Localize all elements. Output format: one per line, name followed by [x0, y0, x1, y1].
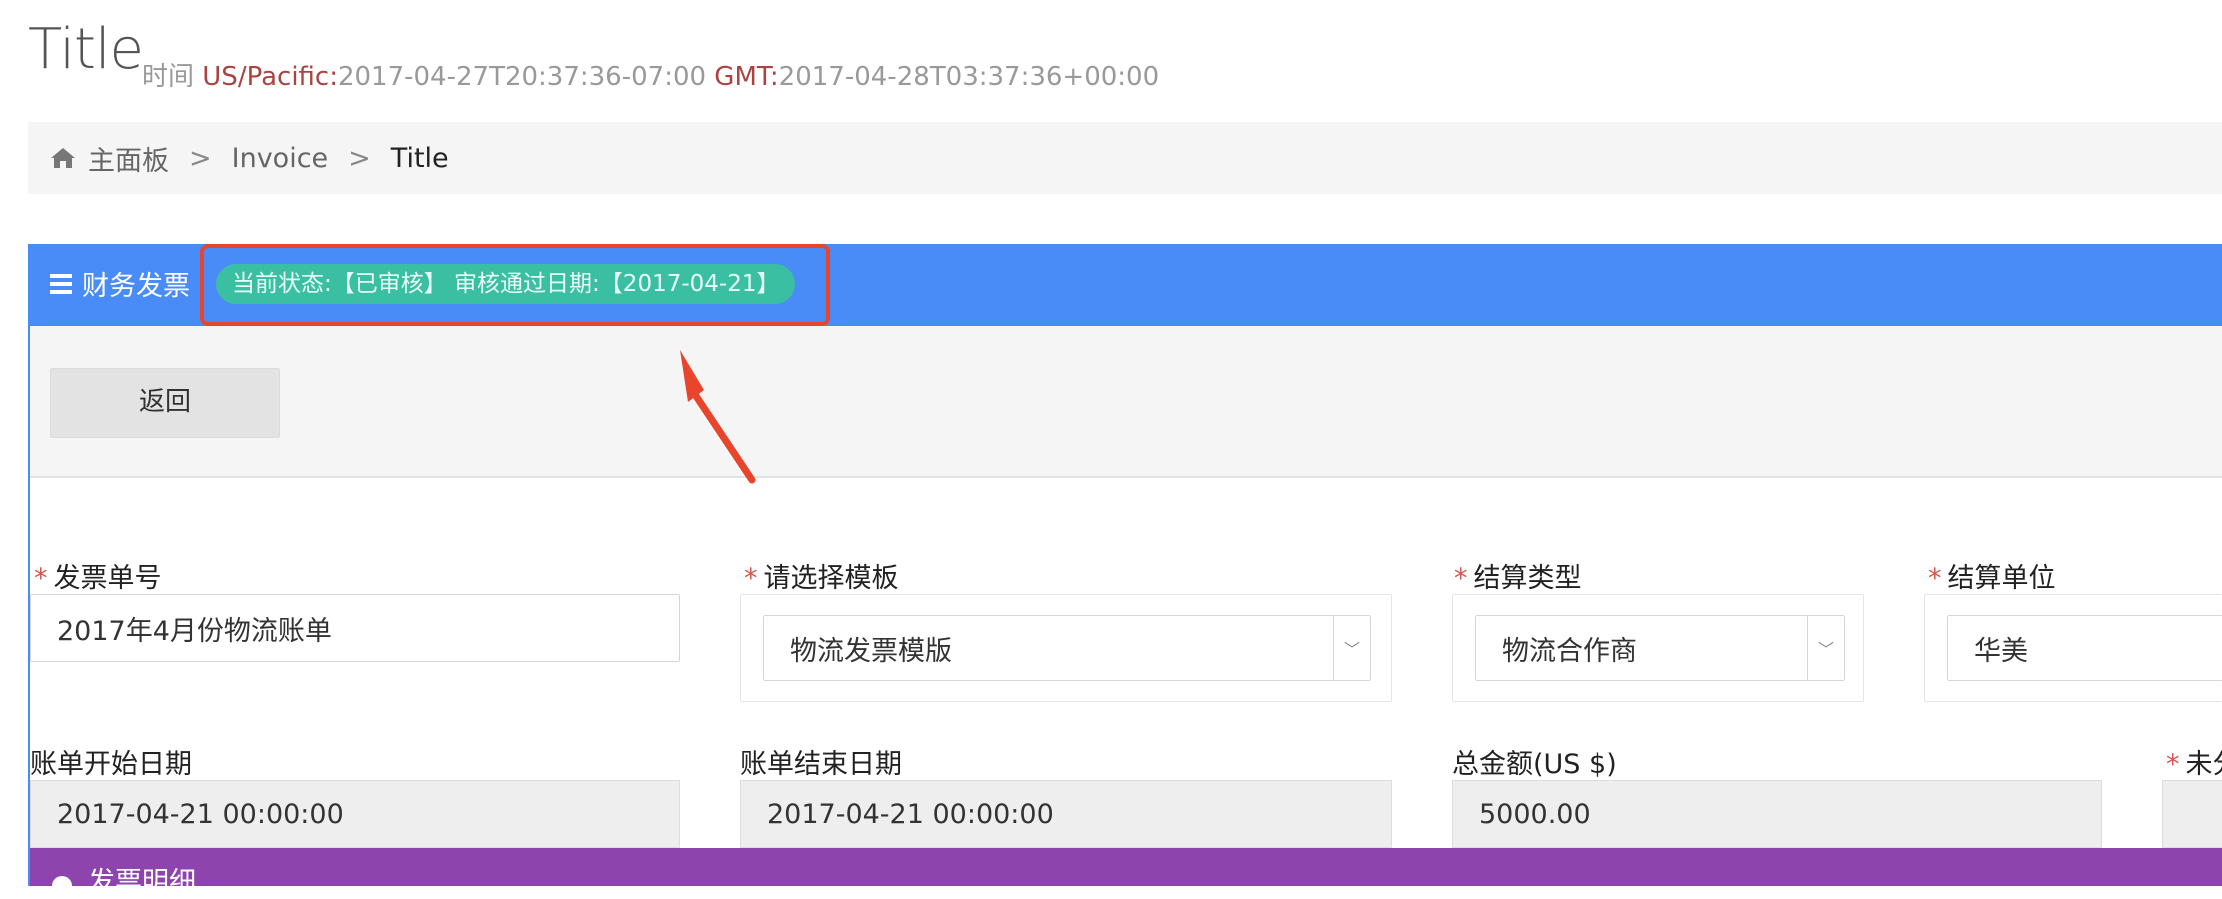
panel-title: 财务发票 — [82, 271, 190, 302]
template-select[interactable]: 物流发票模版 ﹀ — [763, 615, 1371, 681]
annotation-arrow — [680, 350, 756, 484]
timezone-gmt-label: GMT: — [714, 62, 779, 92]
breadcrumb-invoice[interactable]: Invoice — [232, 143, 329, 174]
page-title: Title — [28, 17, 144, 82]
total-amount-input[interactable]: 5000.00 — [1452, 780, 2102, 848]
panel-toolbar: 返回 — [30, 326, 2222, 478]
invoice-detail-title: 发票明细 — [88, 867, 196, 898]
start-date-label: 账单开始日期 — [30, 749, 192, 780]
unpaid-input[interactable] — [2162, 780, 2222, 848]
chevron-down-icon: ﹀ — [1807, 616, 1844, 680]
unpaid-label: *未分 — [2166, 749, 2222, 780]
end-date-label: 账单结束日期 — [740, 749, 902, 780]
breadcrumb-home[interactable]: 主面板 — [88, 139, 169, 178]
panel-heading: 财务发票 当前状态:【已审核】 审核通过日期:【2017-04-21】 — [30, 244, 2222, 326]
settle-unit-select-value: 华美 — [1974, 635, 2028, 667]
settle-type-field: 物流合作商 ﹀ — [1452, 594, 1864, 702]
template-field: 物流发票模版 ﹀ — [740, 594, 1392, 702]
settle-type-select-value: 物流合作商 — [1502, 635, 1637, 667]
detail-icon — [52, 876, 72, 896]
menu-icon — [50, 274, 72, 294]
end-date-input[interactable]: 2017-04-21 00:00:00 — [740, 780, 1392, 848]
template-label: * 请选择模板 — [744, 563, 899, 594]
settle-type-select[interactable]: 物流合作商 ﹀ — [1475, 615, 1845, 681]
invoice-detail-heading: 发票明细 — [30, 848, 2222, 898]
settle-unit-label: * 结算单位 — [1928, 563, 2056, 594]
breadcrumb-separator: > — [348, 142, 371, 174]
invoice-no-label: * 发票单号 — [34, 563, 162, 594]
time-label: 时间 — [142, 62, 195, 92]
template-select-value: 物流发票模版 — [790, 635, 952, 667]
timezone-pacific-value: 2017-04-27T20:37:36-07:00 — [337, 62, 707, 92]
home-icon[interactable] — [50, 147, 76, 169]
annotation-highlight-box — [200, 244, 830, 326]
breadcrumb-current: Title — [390, 142, 449, 174]
start-date-input[interactable]: 2017-04-21 00:00:00 — [30, 780, 680, 848]
settle-unit-field: 华美 — [1924, 594, 2222, 702]
invoice-no-input[interactable]: 2017年4月份物流账单 — [30, 594, 680, 662]
breadcrumb: 主面板 > Invoice > Title — [28, 122, 2222, 194]
settle-unit-select[interactable]: 华美 — [1947, 615, 2222, 681]
settle-type-label: * 结算类型 — [1454, 563, 1582, 594]
timezone-pacific-label: US/Pacific: — [202, 62, 338, 92]
total-amount-label: 总金额(US $) — [1452, 749, 1617, 780]
time-info: 时间 US/Pacific:2017-04-27T20:37:36-07:00 … — [142, 56, 1159, 93]
chevron-down-icon: ﹀ — [1333, 616, 1370, 680]
breadcrumb-separator: > — [189, 142, 212, 174]
back-button[interactable]: 返回 — [50, 368, 280, 438]
timezone-gmt-value: 2017-04-28T03:37:36+00:00 — [778, 62, 1160, 92]
